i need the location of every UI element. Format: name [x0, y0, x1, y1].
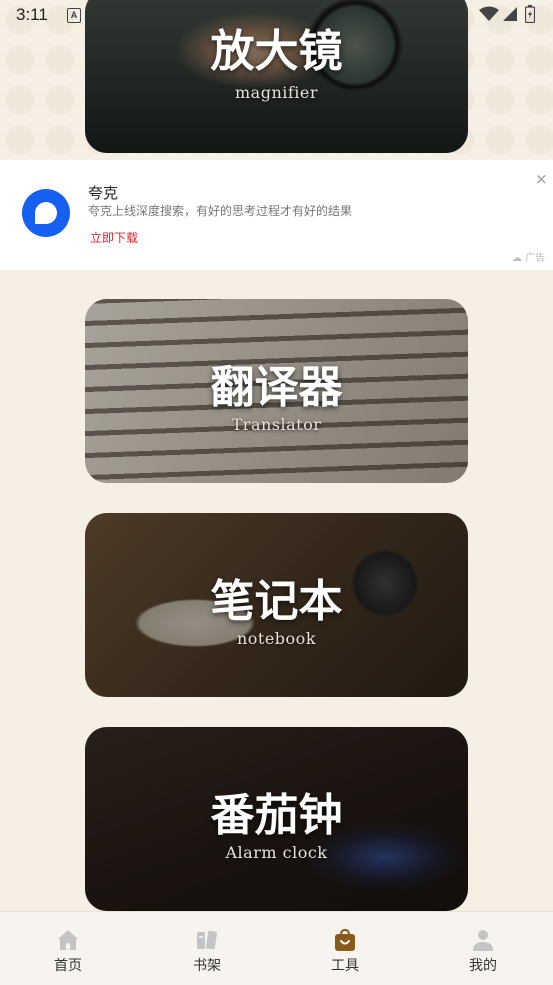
ad-description: 夸克上线深度搜索，有好的思考过程才有好的结果: [88, 204, 353, 218]
ad-label-text: 广告: [525, 253, 546, 264]
signal-icon: [503, 7, 517, 21]
ad-label-icon: ☁: [512, 253, 522, 264]
nav-label: 工具: [331, 958, 359, 974]
tool-card-alarm-clock[interactable]: 番茄钟 Alarm clock: [85, 727, 468, 911]
nav-label: 我的: [469, 958, 497, 974]
wifi-icon: [479, 6, 499, 21]
ad-banner[interactable]: 夸克 夸克上线深度搜索，有好的思考过程才有好的结果 立即下载 × ☁ 广告: [0, 160, 553, 270]
nav-label: 书架: [193, 958, 221, 974]
quark-logo-icon: [22, 189, 70, 237]
ad-app-name: 夸克: [88, 184, 119, 202]
tools-bag-icon: [335, 928, 355, 951]
nav-item-home[interactable]: 首页: [28, 912, 108, 985]
nav-item-bookshelf[interactable]: 书架: [167, 912, 247, 985]
tool-card-subtitle: Alarm clock: [225, 843, 328, 862]
tool-card-subtitle: magnifier: [234, 83, 319, 102]
bookshelf-icon: [197, 930, 218, 950]
bottom-navigation: 首页 书架 工具 我的: [0, 911, 553, 985]
ad-label: ☁ 广告: [512, 249, 545, 264]
ad-close-icon[interactable]: ×: [535, 170, 548, 188]
tool-card-title: 番茄钟: [210, 790, 343, 841]
tool-card-translator[interactable]: 翻译器 Translator: [85, 299, 468, 483]
tool-card-title: 翻译器: [210, 362, 343, 413]
ad-download-button[interactable]: 立即下载: [90, 229, 138, 246]
profile-icon: [473, 930, 493, 951]
status-time: 3:11: [16, 5, 48, 24]
home-icon: [58, 930, 78, 950]
nav-label: 首页: [54, 958, 82, 974]
notification-icon: A: [67, 8, 81, 23]
nav-item-profile[interactable]: 我的: [443, 912, 523, 985]
status-bar: 3:11 A: [0, 0, 553, 30]
tool-card-title: 笔记本: [210, 576, 343, 627]
tool-card-notebook[interactable]: 笔记本 notebook: [85, 513, 468, 697]
tool-card-subtitle: notebook: [236, 629, 317, 648]
tool-card-subtitle: Translator: [231, 415, 322, 434]
nav-item-tools[interactable]: 工具: [305, 912, 385, 985]
battery-icon: [525, 5, 535, 23]
